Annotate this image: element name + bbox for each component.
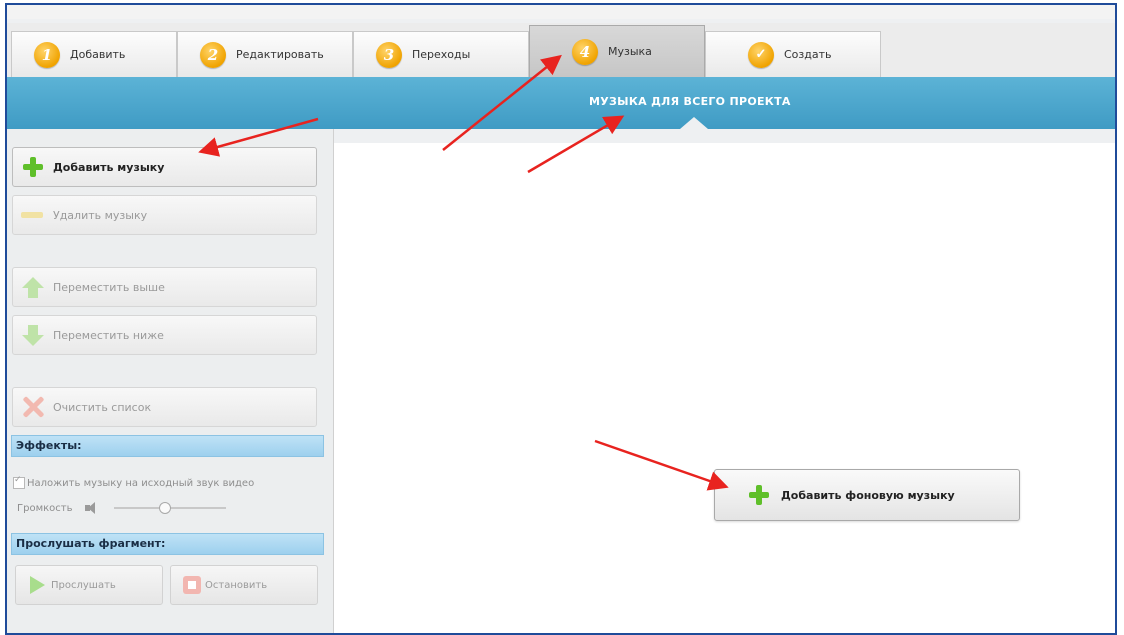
section-header-bar: МУЗЫКА ДЛЯ ВСЕГО ПРОЕКТА — [7, 77, 1115, 129]
tab-label: Создать — [784, 48, 832, 61]
play-button[interactable]: Прослушать — [15, 565, 163, 605]
button-label: Прослушать — [51, 579, 116, 591]
tab-edit[interactable]: 2 Редактировать — [177, 31, 353, 77]
button-label: Добавить музыку — [53, 160, 165, 174]
overlay-checkbox[interactable] — [13, 475, 25, 489]
clear-list-button[interactable]: Очистить список — [12, 387, 317, 427]
volume-row: Громкость — [17, 501, 227, 515]
button-label: Переместить выше — [53, 280, 165, 294]
app-window: 1 Добавить 2 Редактировать 3 Переходы 4 … — [5, 3, 1117, 635]
move-up-button[interactable]: Переместить выше — [12, 267, 317, 307]
button-label: Добавить фоновую музыку — [781, 488, 955, 502]
plus-icon — [19, 155, 47, 179]
button-label: Удалить музыку — [53, 208, 148, 222]
step-2-icon: 2 — [200, 41, 226, 68]
music-list-area: Добавить фоновую музыку — [334, 143, 1115, 633]
plus-icon — [745, 483, 773, 507]
step-3-icon: 3 — [376, 41, 402, 68]
header-pointer — [680, 117, 708, 129]
volume-label: Громкость — [17, 502, 73, 514]
step-tabs: 1 Добавить 2 Редактировать 3 Переходы 4 … — [7, 23, 1115, 77]
sidebar: Добавить музыку Удалить музыку Перемести… — [7, 129, 334, 633]
button-label: Остановить — [205, 579, 268, 591]
move-down-button[interactable]: Переместить ниже — [12, 315, 317, 355]
tab-create[interactable]: ✓ Создать — [705, 31, 881, 77]
stop-button[interactable]: Остановить — [170, 565, 318, 605]
step-4-icon: 4 — [572, 38, 598, 65]
button-label: Переместить ниже — [53, 328, 164, 342]
tab-add[interactable]: 1 Добавить — [11, 31, 177, 77]
step-1-icon: 1 — [34, 41, 60, 68]
slider-knob[interactable] — [159, 502, 172, 514]
speaker-icon[interactable] — [84, 501, 102, 515]
remove-music-button[interactable]: Удалить музыку — [12, 195, 317, 235]
overlay-option[interactable]: Наложить музыку на исходный звук видео — [13, 475, 255, 489]
arrow-down-icon — [19, 323, 47, 347]
effects-header: Эффекты: — [11, 435, 324, 457]
play-icon — [30, 576, 45, 594]
arrow-up-icon — [19, 275, 47, 299]
tab-music[interactable]: 4 Музыка — [529, 25, 705, 77]
overlay-label: Наложить музыку на исходный звук видео — [27, 477, 255, 489]
section-title: МУЗЫКА ДЛЯ ВСЕГО ПРОЕКТА — [589, 95, 791, 108]
tab-label: Добавить — [70, 48, 126, 61]
tab-label: Переходы — [412, 48, 471, 61]
menu-bar — [7, 5, 1115, 19]
preview-header: Прослушать фрагмент: — [11, 533, 324, 555]
cross-icon — [19, 395, 47, 419]
check-icon: ✓ — [748, 41, 774, 68]
volume-slider[interactable] — [114, 502, 227, 514]
add-music-button[interactable]: Добавить музыку — [12, 147, 317, 187]
tab-label: Музыка — [608, 45, 652, 58]
tab-label: Редактировать — [236, 48, 324, 61]
button-label: Очистить список — [53, 400, 152, 414]
minus-icon — [19, 203, 47, 227]
add-background-music-button[interactable]: Добавить фоновую музыку — [714, 469, 1020, 521]
tab-transitions[interactable]: 3 Переходы — [353, 31, 529, 77]
stop-icon — [183, 576, 201, 594]
